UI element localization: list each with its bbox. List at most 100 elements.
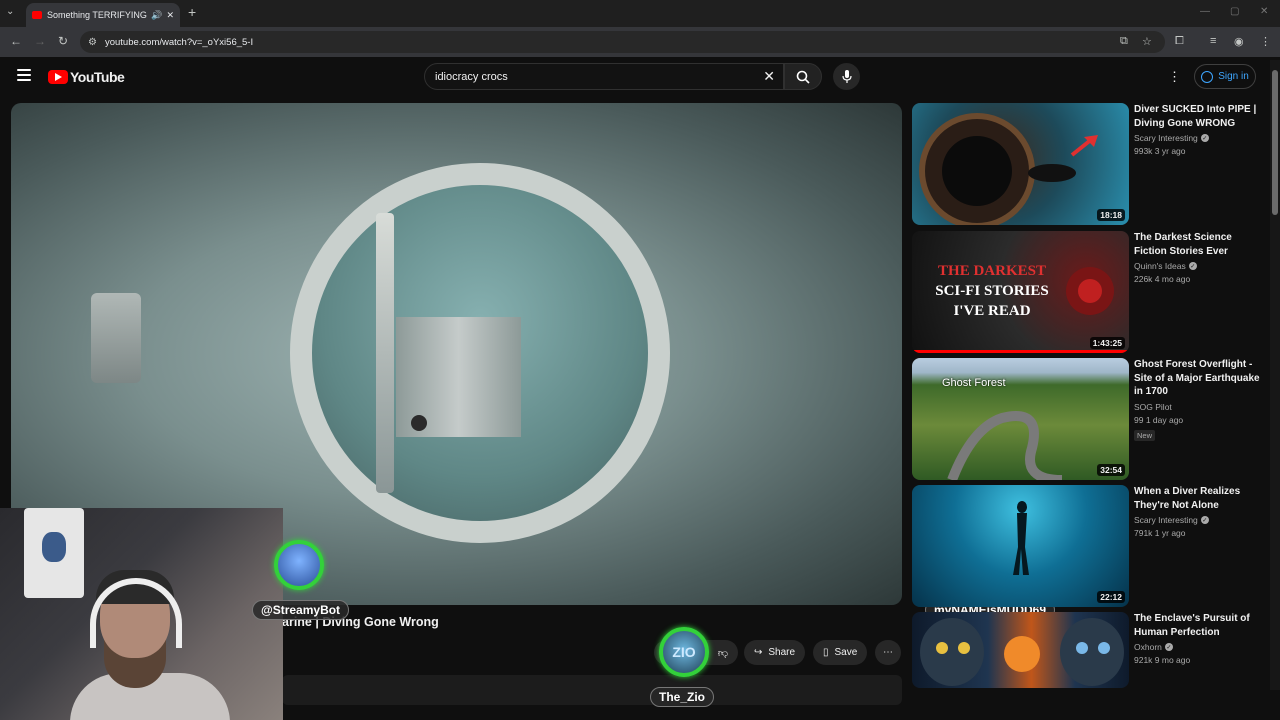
thumbnail-art bbox=[1013, 501, 1029, 575]
video-meta: Diver SUCKED Into PIPE | Diving Gone WRO… bbox=[1134, 103, 1264, 156]
video-stats: 791k 1 yr ago bbox=[1134, 528, 1186, 538]
tab-close-icon[interactable]: ✕ bbox=[166, 10, 174, 21]
video-thumbnail[interactable]: Ghost Forest 32:54 bbox=[912, 358, 1129, 480]
minimize-button[interactable]: — bbox=[1200, 6, 1210, 17]
save-label: Save bbox=[834, 647, 858, 658]
sign-in-button[interactable]: Sign in bbox=[1194, 64, 1256, 89]
share-icon: ↪ bbox=[754, 647, 763, 658]
tab-title: Something TERRIFYING Dis bbox=[47, 10, 147, 20]
video-title[interactable]: The Darkest Science Fiction Stories Ever bbox=[1134, 231, 1264, 258]
thumbnail-text: THE DARKEST SCI-FI STORIES I'VE READ bbox=[935, 263, 1049, 319]
recommendation-item[interactable]: 22:12 When a Diver Realizes They're Not … bbox=[912, 485, 1272, 607]
youtube-favicon-icon bbox=[32, 11, 42, 19]
media-control-icon[interactable]: ≡ bbox=[1210, 35, 1216, 47]
save-button[interactable]: ▯ Save bbox=[813, 640, 868, 665]
scrollbar-thumb[interactable] bbox=[1272, 70, 1278, 215]
video-stats: 993k 3 yr ago bbox=[1134, 146, 1186, 156]
video-frame-door bbox=[376, 213, 394, 493]
url-input[interactable]: ⚙ youtube.com/watch?v=_oYxi56_5-I bbox=[80, 31, 1165, 53]
youtube-logo[interactable]: YouTube bbox=[48, 69, 125, 85]
bookmark-icon: ▯ bbox=[823, 647, 829, 658]
search-icon bbox=[796, 70, 810, 84]
thumbnail-art bbox=[1066, 267, 1114, 315]
video-meta: The Darkest Science Fiction Stories Ever… bbox=[1134, 231, 1264, 284]
reload-icon[interactable]: ↻ bbox=[58, 34, 68, 48]
video-frame-handle bbox=[91, 293, 141, 383]
video-thumbnail[interactable]: THE DARKEST SCI-FI STORIES I'VE READ 1:4… bbox=[912, 231, 1129, 353]
verified-icon: ✓ bbox=[1188, 262, 1197, 270]
channel-name[interactable]: Quinn's Ideas bbox=[1134, 261, 1186, 271]
verified-icon: ✓ bbox=[1164, 643, 1173, 651]
video-meta: Ghost Forest Overflight - Site of a Majo… bbox=[1134, 358, 1264, 443]
video-duration: 18:18 bbox=[1097, 209, 1125, 221]
browser-tab[interactable]: Something TERRIFYING Dis 🔊 ✕ bbox=[26, 3, 180, 27]
watched-progress-bar bbox=[912, 350, 1129, 353]
more-actions-button[interactable]: ⋯ bbox=[875, 640, 901, 665]
channel-name[interactable]: Scary Interesting bbox=[1134, 133, 1198, 143]
dislike-icon[interactable]: 👎︎ bbox=[718, 647, 728, 659]
url-text: youtube.com/watch?v=_oYxi56_5-I bbox=[104, 36, 254, 48]
description-box[interactable] bbox=[282, 675, 902, 705]
video-title[interactable]: Diver SUCKED Into PIPE | Diving Gone WRO… bbox=[1134, 103, 1264, 130]
search-query: idiocracy crocs bbox=[435, 70, 508, 83]
tab-list-icon[interactable]: ⌄ bbox=[6, 6, 14, 17]
recommendation-item[interactable]: THE DARKEST SCI-FI STORIES I'VE READ 1:4… bbox=[912, 231, 1272, 353]
thumbnail-text: Ghost Forest bbox=[942, 377, 1006, 389]
browser-menu-icon[interactable]: ⋮ bbox=[1260, 35, 1271, 48]
video-meta: The Enclave's Pursuit of Human Perfectio… bbox=[1134, 612, 1264, 665]
youtube-logo-text: YouTube bbox=[70, 69, 125, 85]
profile-icon[interactable]: ◉ bbox=[1234, 35, 1244, 48]
video-meta: When a Diver Realizes They're Not Alone … bbox=[1134, 485, 1264, 538]
recommendation-item[interactable]: The Enclave's Pursuit of Human Perfectio… bbox=[912, 612, 1272, 688]
back-arrow-icon[interactable]: ← bbox=[10, 34, 22, 48]
video-title[interactable]: When a Diver Realizes They're Not Alone bbox=[1134, 485, 1264, 512]
sign-in-label: Sign in bbox=[1218, 71, 1249, 82]
more-icon: ⋯ bbox=[883, 647, 893, 658]
video-thumbnail[interactable] bbox=[912, 612, 1129, 688]
verified-icon: ✓ bbox=[1200, 134, 1209, 142]
video-stats: 226k 4 mo ago bbox=[1134, 274, 1191, 284]
streamybot-avatar bbox=[274, 540, 324, 590]
streamer-webcam bbox=[0, 508, 283, 720]
video-stats: 99 1 day ago bbox=[1134, 414, 1184, 425]
new-tab-button[interactable]: + bbox=[188, 4, 196, 20]
recommendation-item[interactable]: Ghost Forest 32:54 Ghost Forest Overflig… bbox=[912, 358, 1272, 480]
video-duration: 1:43:25 bbox=[1089, 337, 1125, 349]
clear-search-icon[interactable]: ✕ bbox=[763, 68, 775, 85]
voice-search-button[interactable] bbox=[833, 63, 860, 90]
extensions-icon[interactable]: ⧠ bbox=[1175, 35, 1184, 48]
streamybot-name: @StreamyBot bbox=[252, 600, 350, 620]
video-stats: 921k 9 mo ago bbox=[1134, 655, 1191, 665]
share-label: Share bbox=[768, 647, 796, 658]
recommendation-item[interactable]: 18:18 Diver SUCKED Into PIPE | Diving Go… bbox=[912, 103, 1272, 225]
new-badge: New bbox=[1134, 429, 1156, 441]
maximize-button[interactable]: ▢ bbox=[1230, 6, 1239, 17]
speaker-icon[interactable]: 🔊 bbox=[151, 10, 162, 21]
account-icon bbox=[1201, 70, 1214, 83]
close-window-button[interactable]: ✕ bbox=[1260, 6, 1268, 17]
channel-name[interactable]: SOG Pilot bbox=[1134, 402, 1172, 412]
install-app-icon[interactable]: ⧉ bbox=[1120, 35, 1128, 48]
video-thumbnail[interactable]: 22:12 bbox=[912, 485, 1129, 607]
search-input[interactable]: idiocracy crocs ✕ bbox=[424, 63, 784, 90]
video-thumbnail[interactable]: 18:18 bbox=[912, 103, 1129, 225]
verified-icon: ✓ bbox=[1200, 516, 1209, 524]
hamburger-menu-icon[interactable] bbox=[17, 69, 31, 81]
thumbnail-art bbox=[920, 618, 1124, 686]
video-frame-bolt bbox=[411, 415, 427, 431]
forward-arrow-icon[interactable]: → bbox=[34, 34, 46, 48]
channel-name[interactable]: Scary Interesting bbox=[1134, 515, 1198, 525]
video-duration: 32:54 bbox=[1097, 464, 1125, 476]
video-title[interactable]: Ghost Forest Overflight - Site of a Majo… bbox=[1134, 358, 1264, 399]
zio-name: The_Zio bbox=[650, 687, 715, 707]
settings-menu-icon[interactable]: ⋮ bbox=[1168, 69, 1181, 85]
page-scrollbar[interactable] bbox=[1270, 60, 1280, 690]
zio-avatar: ZIO bbox=[659, 627, 709, 677]
site-info-icon[interactable]: ⚙ bbox=[88, 37, 97, 48]
video-title[interactable]: The Enclave's Pursuit of Human Perfectio… bbox=[1134, 612, 1264, 639]
channel-name[interactable]: Oxhorn bbox=[1134, 642, 1162, 652]
bookmark-star-icon[interactable]: ☆ bbox=[1142, 35, 1152, 48]
share-button[interactable]: ↪ Share bbox=[744, 640, 806, 665]
search-button[interactable] bbox=[784, 63, 822, 90]
webcam-poster bbox=[24, 508, 84, 598]
